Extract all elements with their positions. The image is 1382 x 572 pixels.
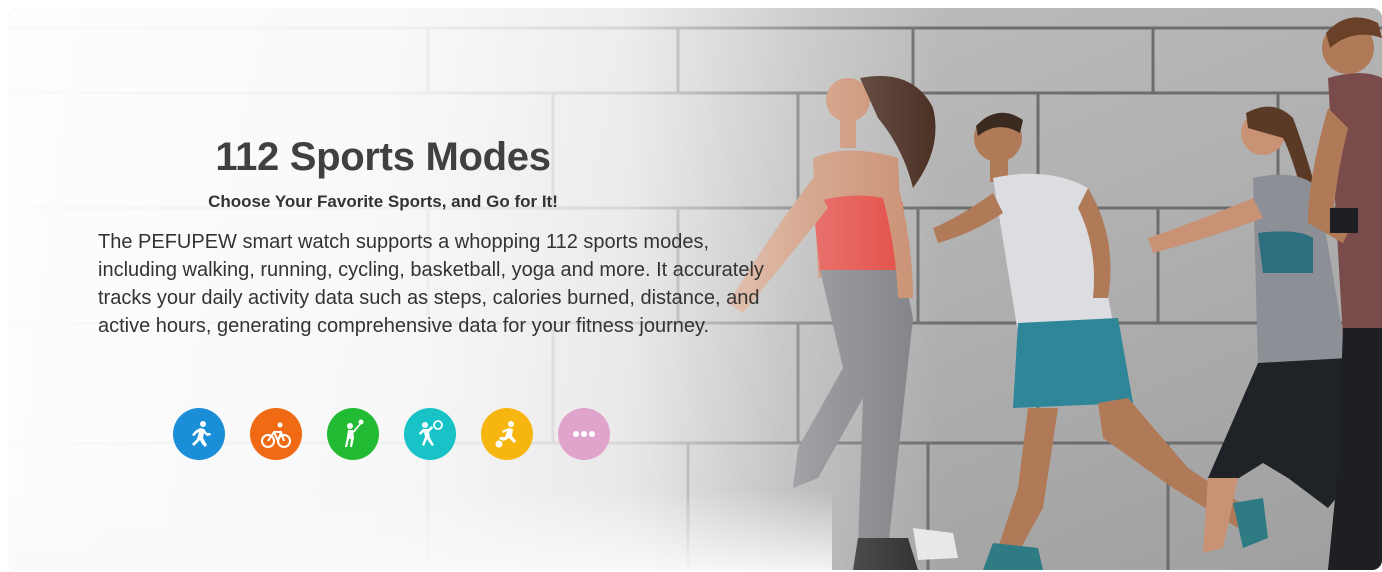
more-icon <box>558 408 610 460</box>
sport-icons-row <box>173 408 610 460</box>
page-title: 112 Sports Modes <box>215 135 551 179</box>
badminton-icon <box>327 408 379 460</box>
subtitle: Choose Your Favorite Sports, and Go for … <box>208 192 558 211</box>
running-icon <box>173 408 225 460</box>
bottom-floor-fade <box>8 490 833 570</box>
basketball-icon <box>404 408 456 460</box>
sports-modes-banner: 112 Sports Modes Choose Your Favorite Sp… <box>8 8 1382 570</box>
feature-description: The PEFUPEW smart watch supports a whopp… <box>98 231 764 337</box>
cycling-icon <box>250 408 302 460</box>
football-icon <box>481 408 533 460</box>
